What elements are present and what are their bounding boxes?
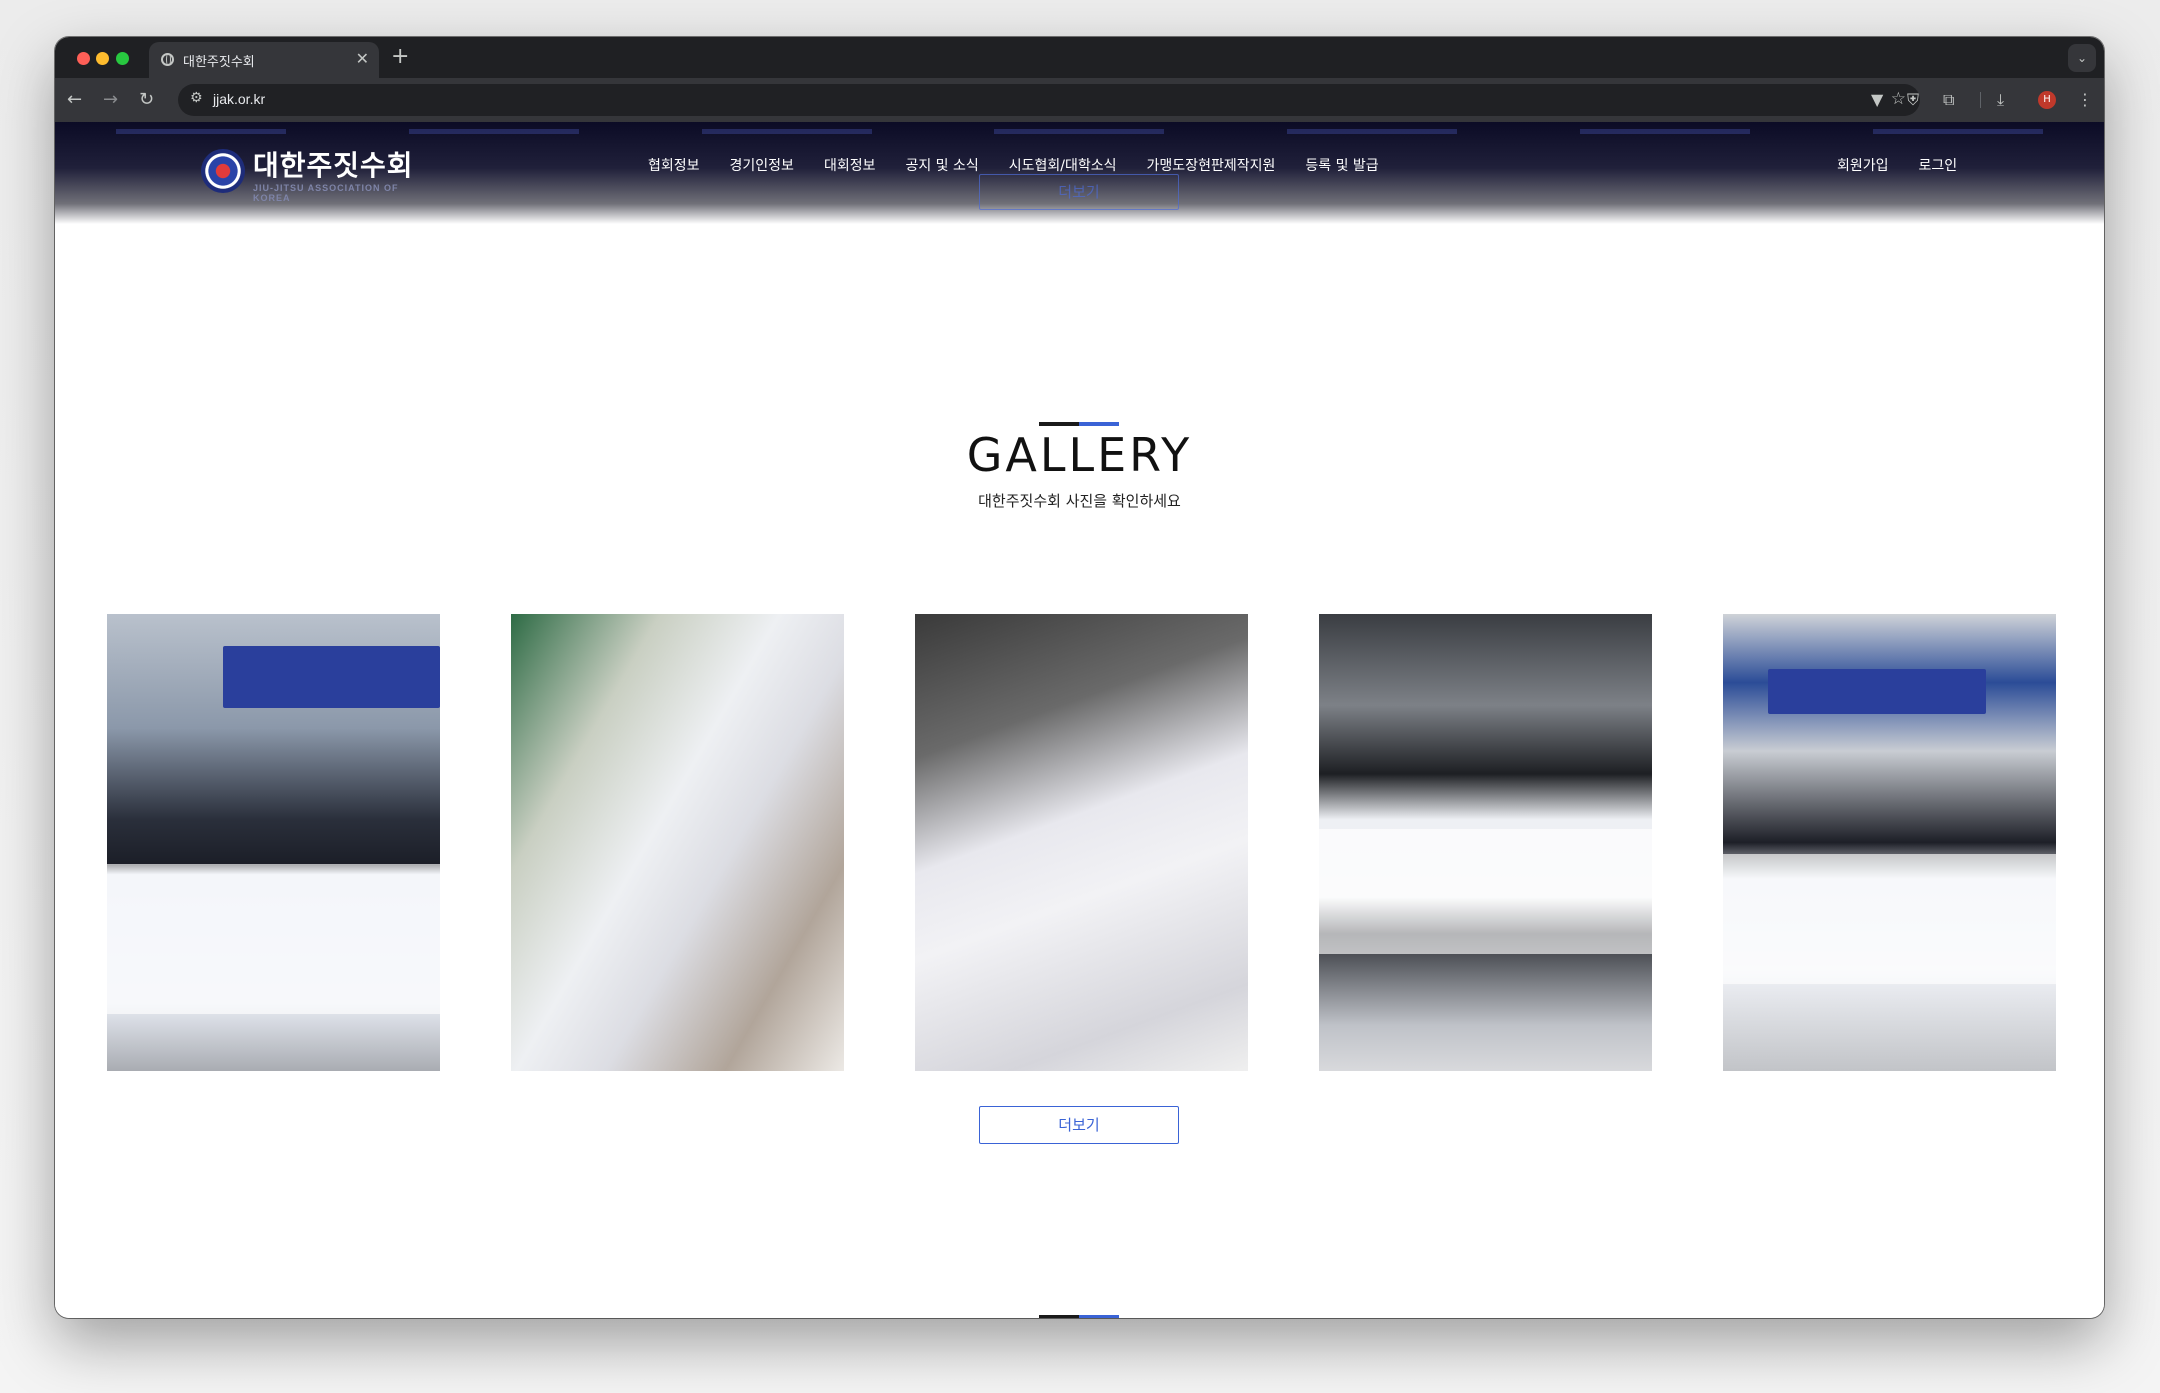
nav-item-signboard-support[interactable]: 가맹도장현판제작지원: [1147, 155, 1276, 175]
login-link[interactable]: 로그인: [1919, 155, 1958, 175]
signup-link[interactable]: 회원가입: [1837, 155, 1889, 175]
gallery-photo-3[interactable]: [915, 614, 1248, 1071]
profile-avatar[interactable]: H: [2038, 91, 2056, 109]
gallery-title: GALLERY: [966, 428, 1193, 482]
active-tab[interactable]: 대한주짓수회 ✕: [149, 42, 379, 78]
photo-banner: [1723, 854, 2056, 984]
next-section-accent-dark: [1039, 1315, 1079, 1318]
logo-subtitle: JIU-JITSU ASSOCIATION OF KOREA: [253, 183, 399, 203]
reload-icon[interactable]: ↻: [139, 88, 154, 112]
emblem-icon: [201, 149, 245, 193]
chevron-down-icon[interactable]: ⌄: [2068, 44, 2096, 72]
extension-vee-icon[interactable]: ▼: [1871, 89, 1883, 111]
forward-arrow-icon[interactable]: →: [103, 88, 118, 112]
photo-sign: [1768, 669, 1986, 714]
download-icon[interactable]: ⤓: [1997, 89, 2004, 111]
next-section-accent-blue: [1079, 1315, 1119, 1318]
nav-item-registration[interactable]: 등록 및 발급: [1305, 155, 1378, 175]
shield-icon[interactable]: ⛨: [1907, 89, 1919, 111]
photo-sign: [223, 646, 440, 708]
browser-toolbar: ← → ↻ ⚙ jjak.or.kr ☆ ▼ ⛨ ⧉ ⤓ H ⋮: [55, 78, 2104, 122]
bookmark-star-icon[interactable]: ☆: [1891, 89, 1906, 109]
gallery-photo-4[interactable]: [1319, 614, 1652, 1071]
ghost-more-button[interactable]: 더보기: [979, 174, 1179, 210]
ghost-text-row: [55, 125, 2104, 139]
photo-banner: [107, 864, 440, 1014]
address-bar[interactable]: ⚙ jjak.or.kr ☆: [178, 84, 1920, 116]
logo-text: 대한주짓수회: [253, 149, 414, 182]
puzzle-icon[interactable]: ⧉: [1943, 89, 1954, 111]
gallery-subtitle: 대한주짓수회 사진을 확인하세요: [978, 492, 1181, 510]
nav-item-athlete-info[interactable]: 경기인정보: [730, 155, 794, 175]
tab-title: 대한주짓수회: [183, 54, 255, 69]
url-text[interactable]: jjak.or.kr: [213, 91, 265, 107]
nav-item-notices[interactable]: 공지 및 소식: [905, 155, 978, 175]
gallery-photo-2[interactable]: [511, 614, 844, 1071]
utility-nav: 회원가입 로그인: [1837, 155, 1987, 175]
site-header: 대한주짓수회 JIU-JITSU ASSOCIATION OF KOREA 협회…: [55, 122, 2104, 224]
close-window-button[interactable]: [77, 52, 90, 65]
browser-window: 대한주짓수회 ✕ + ⌄ ← → ↻ ⚙ jjak.or.kr ☆ ▼ ⛨ ⧉ …: [55, 37, 2104, 1318]
nav-item-competition-info[interactable]: 대회정보: [824, 155, 876, 175]
nav-item-regional-news[interactable]: 시도협회/대학소식: [1009, 155, 1117, 175]
site-logo[interactable]: 대한주짓수회 JIU-JITSU ASSOCIATION OF KOREA: [201, 149, 431, 203]
site-info-icon[interactable]: ⚙: [190, 90, 203, 106]
gallery-more-button[interactable]: 더보기: [979, 1106, 1179, 1144]
more-menu-icon[interactable]: ⋮: [2077, 89, 2093, 111]
gallery-photo-1[interactable]: [107, 614, 440, 1071]
globe-icon: [161, 53, 174, 66]
photo-banner: [1319, 829, 1652, 954]
new-tab-button[interactable]: +: [391, 43, 409, 71]
minimize-window-button[interactable]: [96, 52, 109, 65]
main-nav: 협회정보 경기인정보 대회정보 공지 및 소식 시도협회/대학소식 가맹도장현판…: [648, 155, 1409, 175]
gallery-photo-5[interactable]: [1723, 614, 2056, 1071]
toolbar-divider: [1980, 92, 1981, 108]
back-arrow-icon[interactable]: ←: [67, 88, 82, 112]
zoom-window-button[interactable]: [116, 52, 129, 65]
close-icon[interactable]: ✕: [356, 49, 369, 69]
nav-item-association-info[interactable]: 협회정보: [648, 155, 700, 175]
web-page: 대한주짓수회 JIU-JITSU ASSOCIATION OF KOREA 협회…: [55, 122, 2104, 1318]
tab-strip: 대한주짓수회 ✕ + ⌄: [55, 37, 2104, 78]
